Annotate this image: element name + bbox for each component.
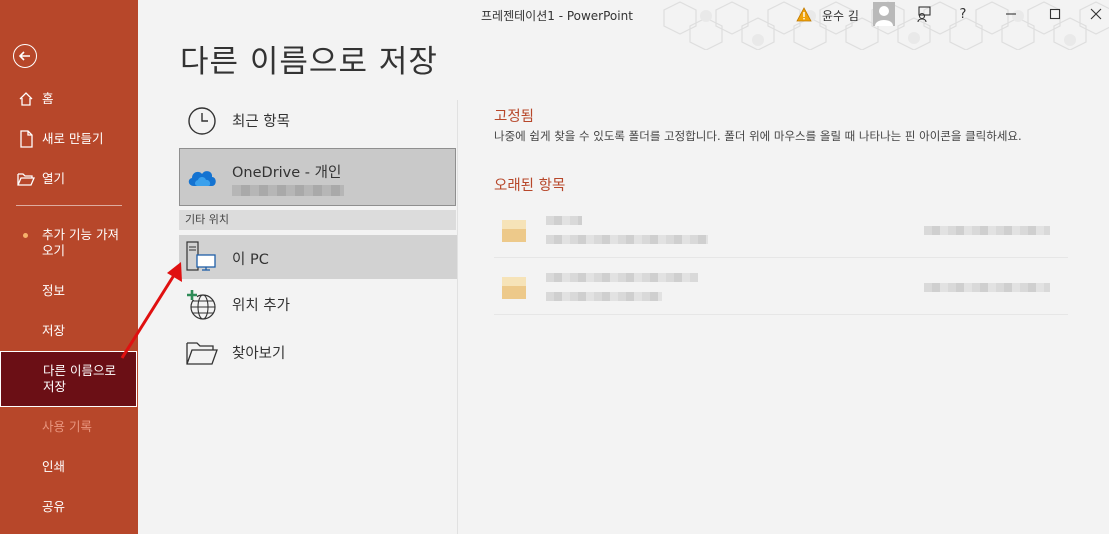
restore-icon[interactable] [1046, 5, 1064, 23]
recent-folder-row[interactable] [494, 208, 1068, 258]
other-locations-header: 기타 위치 [179, 210, 456, 230]
nav-home-label: 홈 [42, 91, 54, 106]
location-onedrive-label: OneDrive - 개인 [232, 165, 342, 181]
nav-new[interactable]: 새로 만들기 [0, 130, 138, 148]
backstage-sidebar: 홈 새로 만들기 열기 추가 기능 가져오기 정보 저장 다른 이름으로 저장 … [0, 0, 138, 534]
back-button[interactable] [13, 44, 37, 68]
page-title: 다른 이름으로 저장 [180, 44, 438, 80]
location-browse[interactable]: 찾아보기 [179, 330, 457, 375]
open-folder-icon [17, 170, 35, 188]
clock-icon [185, 104, 219, 138]
pinned-description: 나중에 쉽게 찾을 수 있도록 폴더를 고정합니다. 폴더 위에 마우스를 올릴… [494, 129, 1022, 143]
folder-icon [502, 277, 526, 299]
notification-dot [23, 233, 28, 238]
warning-icon[interactable] [796, 7, 812, 26]
location-onedrive[interactable]: OneDrive - 개인 [179, 148, 456, 206]
nav-share[interactable]: 공유 [42, 499, 65, 515]
folder-path-redacted [546, 235, 708, 244]
folder-icon [502, 220, 526, 242]
back-arrow-icon [18, 51, 30, 61]
recent-folder-row[interactable] [494, 265, 1068, 315]
minimize-icon[interactable] [1002, 5, 1020, 23]
sidebar-divider [16, 205, 122, 206]
pinned-title: 고정됨 [494, 109, 535, 125]
folder-name-redacted [546, 216, 582, 225]
nav-save[interactable]: 저장 [42, 323, 65, 339]
avatar[interactable] [873, 2, 895, 26]
home-icon [17, 90, 35, 108]
location-recent[interactable]: 최근 항목 [179, 98, 457, 143]
nav-print[interactable]: 인쇄 [42, 459, 65, 475]
location-browse-label: 찾아보기 [232, 346, 286, 362]
folder-name-redacted [546, 273, 698, 282]
folder-date-redacted [924, 283, 1050, 292]
folder-path-redacted [546, 292, 662, 301]
nav-history[interactable]: 사용 기록 [42, 419, 92, 435]
onedrive-cloud-icon [186, 166, 218, 192]
nav-new-label: 새로 만들기 [42, 131, 104, 146]
location-this-pc-label: 이 PC [232, 252, 269, 268]
nav-open[interactable]: 열기 [0, 170, 138, 188]
new-document-icon [17, 130, 35, 148]
older-title: 오래된 항목 [494, 178, 566, 194]
location-recent-label: 최근 항목 [232, 114, 290, 130]
nav-info[interactable]: 정보 [42, 283, 65, 299]
nav-save-as-label: 다른 이름으로 저장 [43, 363, 116, 394]
window-title: 프레젠테이션1 - PowerPoint [481, 9, 633, 23]
onedrive-account-redacted [232, 185, 344, 196]
location-this-pc[interactable]: 이 PC [179, 235, 457, 279]
nav-get-addins[interactable]: 추가 기능 가져오기 [42, 227, 130, 259]
add-place-globe-icon [185, 288, 219, 322]
column-divider [457, 100, 458, 534]
help-icon[interactable]: ? [954, 5, 972, 23]
folder-date-redacted [924, 226, 1050, 235]
backstage-window: 홈 새로 만들기 열기 추가 기능 가져오기 정보 저장 다른 이름으로 저장 … [0, 0, 1109, 534]
location-add-place-label: 위치 추가 [232, 298, 290, 314]
nav-home[interactable]: 홈 [0, 90, 138, 108]
browse-folder-icon [185, 336, 219, 370]
close-icon[interactable] [1087, 5, 1105, 23]
nav-save-as[interactable]: 다른 이름으로 저장 [0, 351, 137, 407]
this-pc-icon [186, 241, 216, 277]
coauthor-icon[interactable] [915, 5, 933, 23]
nav-open-label: 열기 [42, 171, 66, 186]
location-add-place[interactable]: 위치 추가 [179, 282, 457, 327]
user-name[interactable]: 윤수 김 [822, 7, 859, 24]
